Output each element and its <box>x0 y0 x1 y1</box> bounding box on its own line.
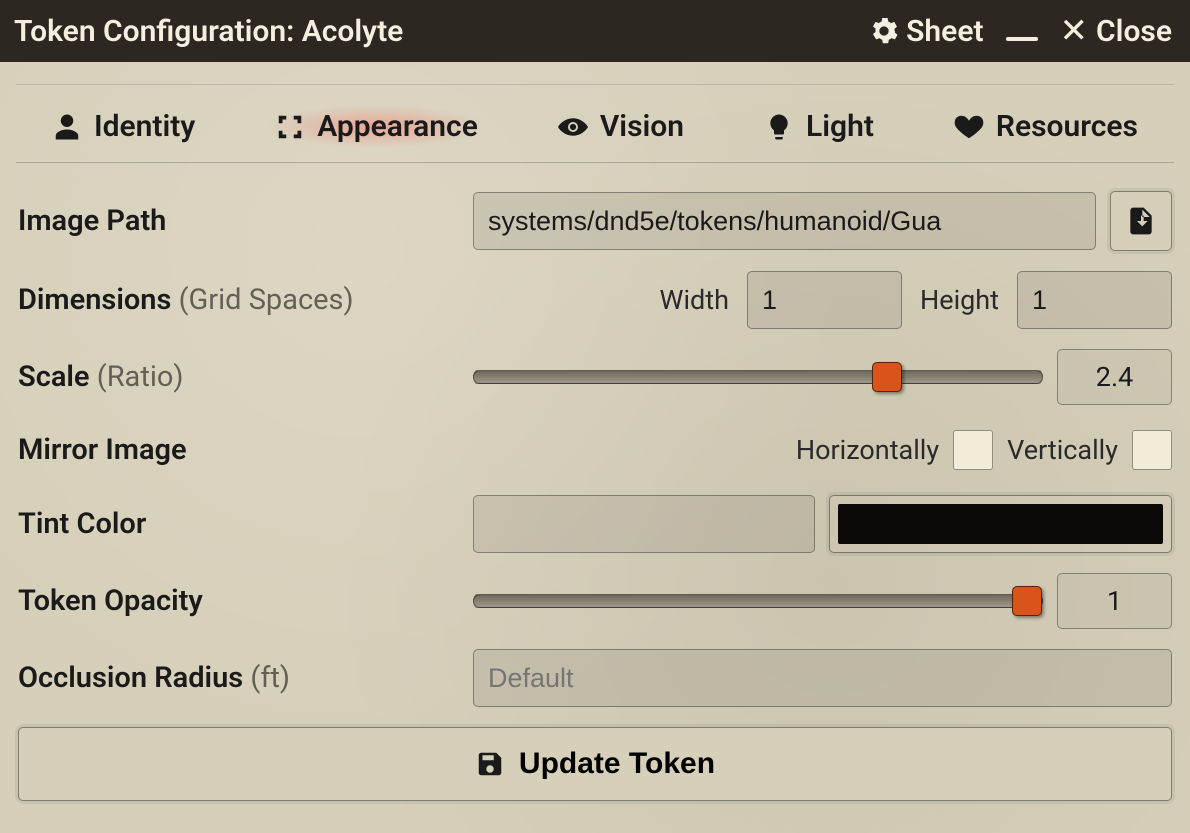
row-image-path: Image Path <box>18 181 1172 261</box>
tab-vision[interactable]: Vision <box>550 105 692 148</box>
width-input[interactable] <box>747 271 902 329</box>
label-occlusion-hint: (ft) <box>250 661 290 695</box>
close-button-label: Close <box>1096 14 1172 49</box>
window-title: Token Configuration: Acolyte <box>14 14 870 49</box>
tab-label: Resources <box>996 109 1138 144</box>
label-image-path: Image Path <box>18 204 473 238</box>
update-token-button[interactable]: Update Token <box>18 727 1172 801</box>
mirror-vertical-checkbox[interactable] <box>1132 430 1172 470</box>
tab-label: Appearance <box>317 109 478 144</box>
heart-icon <box>954 112 984 142</box>
file-import-icon <box>1125 205 1157 237</box>
height-input[interactable] <box>1017 271 1172 329</box>
label-scale-hint: (Ratio) <box>97 360 184 394</box>
image-path-input[interactable] <box>473 192 1096 250</box>
tab-light[interactable]: Light <box>756 105 882 148</box>
row-opacity: Token Opacity 1 <box>18 563 1172 639</box>
label-vertically: Vertically <box>1007 434 1118 466</box>
row-tint: Tint Color <box>18 485 1172 563</box>
opacity-slider[interactable] <box>473 591 1043 611</box>
label-dimensions-hint: (Grid Spaces) <box>179 283 354 317</box>
mirror-horizontal-checkbox[interactable] <box>953 430 993 470</box>
user-icon <box>52 112 82 142</box>
tint-color-input[interactable] <box>473 495 815 553</box>
sheet-button[interactable]: Sheet <box>870 14 983 49</box>
eye-icon <box>558 112 588 142</box>
label-dimensions: Dimensions (Grid Spaces) <box>18 283 473 317</box>
label-occlusion-text: Occlusion Radius <box>18 661 243 695</box>
opacity-value: 1 <box>1057 573 1172 629</box>
label-width: Width <box>660 284 729 316</box>
tab-resources[interactable]: Resources <box>946 105 1146 148</box>
scale-value: 2.4 <box>1057 349 1172 405</box>
label-scale: Scale (Ratio) <box>18 360 473 394</box>
label-dimensions-text: Dimensions <box>18 283 171 317</box>
browse-file-button[interactable] <box>1110 191 1172 251</box>
lightbulb-icon <box>764 112 794 142</box>
tab-appearance[interactable]: Appearance <box>267 105 486 148</box>
titlebar-actions: Sheet ✕ Close <box>870 14 1172 49</box>
row-dimensions: Dimensions (Grid Spaces) Width Height <box>18 261 1172 339</box>
row-mirror: Mirror Image Horizontally Vertically <box>18 415 1172 485</box>
label-tint: Tint Color <box>18 507 473 541</box>
appearance-form: Image Path Dimensions (Grid Spaces) Widt… <box>16 163 1174 801</box>
scale-slider[interactable] <box>473 367 1043 387</box>
label-occlusion: Occlusion Radius (ft) <box>18 661 473 695</box>
row-scale: Scale (Ratio) 2.4 <box>18 339 1172 415</box>
tint-swatch-icon <box>838 504 1163 544</box>
expand-icon <box>275 112 305 142</box>
tint-color-picker[interactable] <box>829 495 1172 553</box>
label-opacity: Token Opacity <box>18 584 473 618</box>
gear-icon <box>870 17 898 45</box>
close-icon: ✕ <box>1060 14 1089 48</box>
label-mirror: Mirror Image <box>18 433 473 467</box>
occlusion-radius-input[interactable] <box>473 649 1172 707</box>
sheet-button-label: Sheet <box>906 14 983 49</box>
row-occlusion: Occlusion Radius (ft) <box>18 639 1172 717</box>
window-titlebar: Token Configuration: Acolyte Sheet ✕ Clo… <box>0 0 1190 62</box>
minimize-icon <box>1006 37 1038 41</box>
window-body: Identity Appearance Vision Light Resourc… <box>0 62 1190 801</box>
tab-label: Identity <box>94 109 195 144</box>
close-button[interactable]: ✕ Close <box>1060 14 1172 49</box>
tab-label: Light <box>806 109 874 144</box>
label-horizontally: Horizontally <box>796 434 939 466</box>
minimize-button[interactable] <box>1006 21 1038 41</box>
tab-identity[interactable]: Identity <box>44 105 203 148</box>
label-height: Height <box>920 284 999 316</box>
save-icon <box>475 749 505 779</box>
label-scale-text: Scale <box>18 360 90 394</box>
tab-bar: Identity Appearance Vision Light Resourc… <box>16 84 1174 163</box>
update-token-label: Update Token <box>519 747 715 781</box>
tab-label: Vision <box>600 109 684 144</box>
